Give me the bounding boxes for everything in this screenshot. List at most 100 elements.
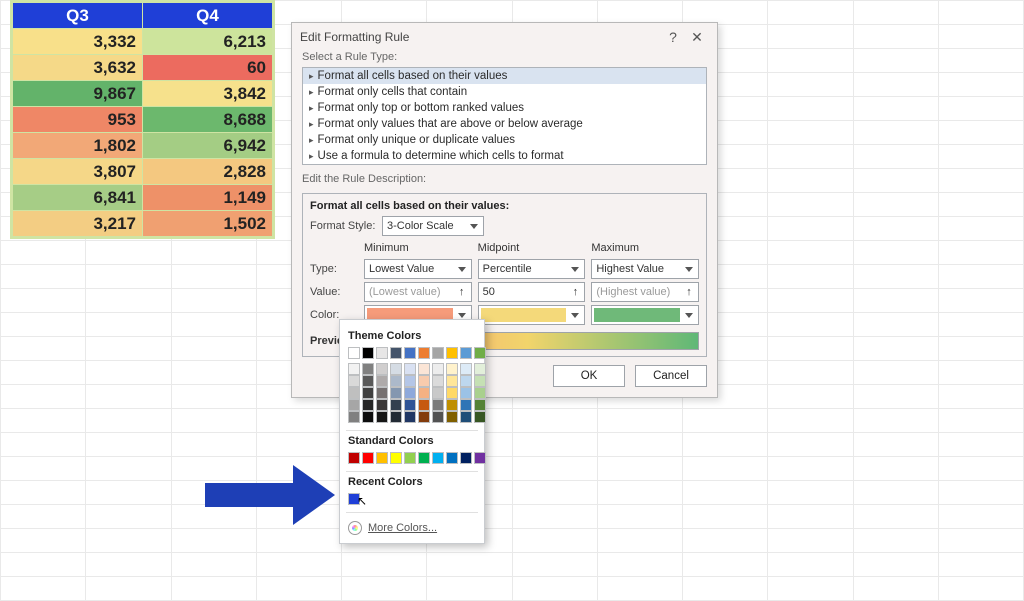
- max-type-combo[interactable]: Highest Value: [591, 259, 699, 279]
- color-swatch[interactable]: [348, 493, 360, 505]
- color-swatch[interactable]: [460, 452, 472, 464]
- color-swatch[interactable]: [348, 375, 360, 387]
- range-picker-icon[interactable]: ↑: [682, 283, 696, 301]
- table-cell[interactable]: 3,842: [143, 81, 273, 107]
- table-cell[interactable]: 2,828: [143, 159, 273, 185]
- color-swatch[interactable]: [376, 387, 388, 399]
- color-swatch[interactable]: [474, 452, 486, 464]
- color-swatch[interactable]: [362, 347, 374, 359]
- color-swatch[interactable]: [376, 375, 388, 387]
- color-swatch[interactable]: [432, 375, 444, 387]
- color-swatch[interactable]: [418, 375, 430, 387]
- dialog-titlebar[interactable]: Edit Formatting Rule ? ✕: [292, 23, 717, 51]
- color-swatch[interactable]: [390, 363, 402, 375]
- color-swatch[interactable]: [418, 347, 430, 359]
- color-swatch[interactable]: [376, 363, 388, 375]
- close-button[interactable]: ✕: [685, 29, 709, 46]
- color-swatch[interactable]: [376, 452, 388, 464]
- color-swatch[interactable]: [446, 399, 458, 411]
- range-picker-icon[interactable]: ↑: [455, 283, 469, 301]
- color-swatch[interactable]: [446, 375, 458, 387]
- color-swatch[interactable]: [446, 452, 458, 464]
- color-swatch[interactable]: [362, 363, 374, 375]
- color-swatch[interactable]: [460, 347, 472, 359]
- color-swatch[interactable]: [418, 452, 430, 464]
- color-swatch[interactable]: [404, 411, 416, 423]
- color-swatch[interactable]: [404, 387, 416, 399]
- color-swatch[interactable]: [418, 399, 430, 411]
- color-swatch[interactable]: [474, 363, 486, 375]
- color-swatch[interactable]: [348, 452, 360, 464]
- color-swatch[interactable]: [376, 399, 388, 411]
- help-button[interactable]: ?: [661, 29, 685, 45]
- color-swatch[interactable]: [460, 363, 472, 375]
- color-swatch[interactable]: [418, 411, 430, 423]
- ok-button[interactable]: OK: [553, 365, 625, 387]
- color-swatch[interactable]: [348, 363, 360, 375]
- table-cell[interactable]: 1,802: [13, 133, 143, 159]
- table-cell[interactable]: 6,841: [13, 185, 143, 211]
- max-value-field[interactable]: (Highest value)↑: [591, 282, 699, 302]
- color-swatch[interactable]: [418, 387, 430, 399]
- table-cell[interactable]: 953: [13, 107, 143, 133]
- color-swatch[interactable]: [362, 411, 374, 423]
- rule-type-list[interactable]: Format all cells based on their values F…: [302, 67, 707, 165]
- color-swatch[interactable]: [446, 387, 458, 399]
- color-swatch[interactable]: [460, 375, 472, 387]
- min-type-combo[interactable]: Lowest Value: [364, 259, 472, 279]
- color-swatch[interactable]: [404, 399, 416, 411]
- min-value-field[interactable]: (Lowest value)↑: [364, 282, 472, 302]
- mid-type-combo[interactable]: Percentile: [478, 259, 586, 279]
- table-cell[interactable]: 3,217: [13, 211, 143, 237]
- color-swatch[interactable]: [348, 399, 360, 411]
- color-swatch[interactable]: [446, 411, 458, 423]
- color-swatch[interactable]: [474, 347, 486, 359]
- color-swatch[interactable]: [446, 347, 458, 359]
- color-swatch[interactable]: [390, 375, 402, 387]
- color-swatch[interactable]: [362, 399, 374, 411]
- color-swatch[interactable]: [404, 363, 416, 375]
- more-colors-link[interactable]: More Colors...: [348, 521, 476, 535]
- color-swatch[interactable]: [432, 411, 444, 423]
- color-swatch[interactable]: [390, 387, 402, 399]
- color-swatch[interactable]: [432, 347, 444, 359]
- color-swatch[interactable]: [362, 375, 374, 387]
- color-swatch[interactable]: [348, 411, 360, 423]
- color-swatch[interactable]: [348, 387, 360, 399]
- mid-color-combo[interactable]: [478, 305, 586, 325]
- color-swatch[interactable]: [474, 399, 486, 411]
- color-swatch[interactable]: [390, 452, 402, 464]
- color-swatch[interactable]: [474, 411, 486, 423]
- color-swatch[interactable]: [404, 347, 416, 359]
- color-swatch[interactable]: [404, 452, 416, 464]
- table-cell[interactable]: 1,149: [143, 185, 273, 211]
- color-swatch[interactable]: [432, 399, 444, 411]
- table-cell[interactable]: 1,502: [143, 211, 273, 237]
- color-swatch[interactable]: [390, 347, 402, 359]
- color-swatch[interactable]: [474, 375, 486, 387]
- color-swatch[interactable]: [404, 375, 416, 387]
- color-swatch[interactable]: [390, 399, 402, 411]
- color-swatch[interactable]: [418, 363, 430, 375]
- table-cell[interactable]: 8,688: [143, 107, 273, 133]
- color-swatch[interactable]: [390, 411, 402, 423]
- color-swatch[interactable]: [474, 387, 486, 399]
- table-cell[interactable]: 3,632: [13, 55, 143, 81]
- table-cell[interactable]: 3,807: [13, 159, 143, 185]
- table-cell[interactable]: 60: [143, 55, 273, 81]
- range-picker-icon[interactable]: ↑: [568, 283, 582, 301]
- color-swatch[interactable]: [460, 387, 472, 399]
- color-swatch[interactable]: [460, 399, 472, 411]
- table-cell[interactable]: 6,213: [143, 29, 273, 55]
- color-swatch[interactable]: [446, 363, 458, 375]
- color-swatch[interactable]: [348, 347, 360, 359]
- mid-value-field[interactable]: 50↑: [478, 282, 586, 302]
- table-cell[interactable]: 6,942: [143, 133, 273, 159]
- color-swatch[interactable]: [432, 363, 444, 375]
- color-swatch[interactable]: [432, 452, 444, 464]
- color-swatch[interactable]: [362, 452, 374, 464]
- color-swatch[interactable]: [376, 347, 388, 359]
- color-swatch[interactable]: [376, 411, 388, 423]
- color-swatch[interactable]: [432, 387, 444, 399]
- cancel-button[interactable]: Cancel: [635, 365, 707, 387]
